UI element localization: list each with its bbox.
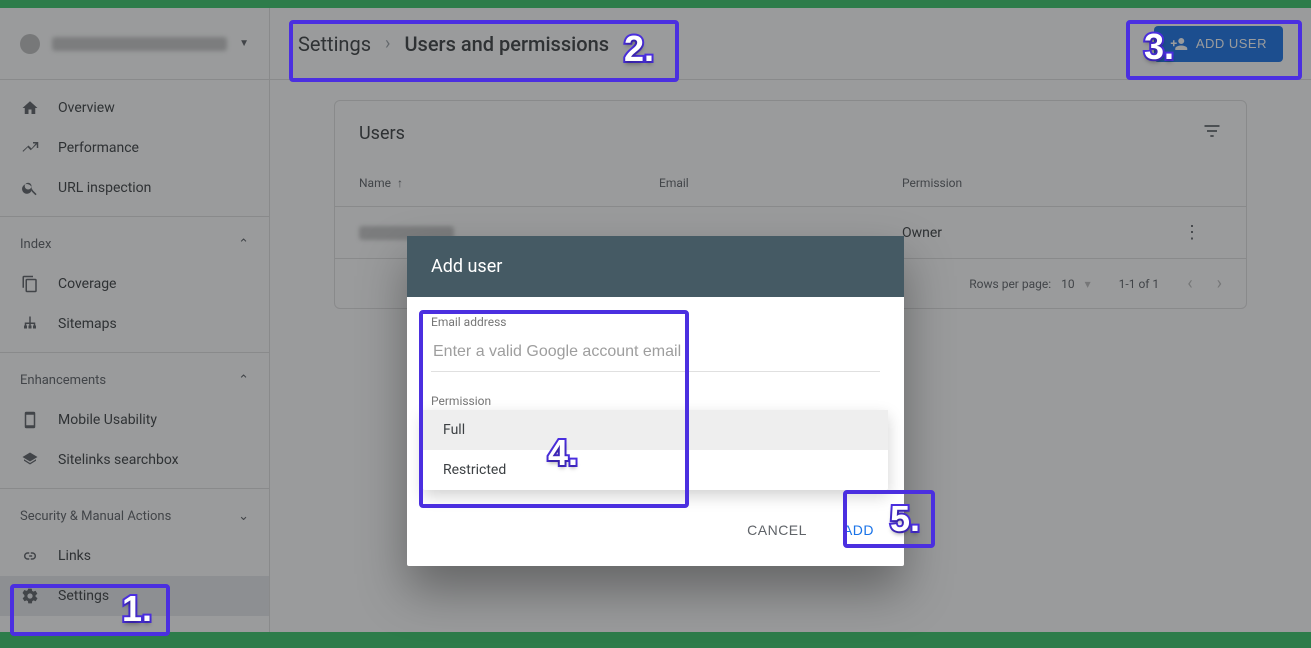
email-input[interactable] — [431, 333, 880, 372]
permission-dropdown[interactable]: Full Restricted — [423, 410, 888, 490]
permission-option-full[interactable]: Full — [423, 410, 888, 450]
email-field-label: Email address — [431, 315, 880, 329]
permission-option-restricted[interactable]: Restricted — [423, 450, 888, 490]
add-button[interactable]: ADD — [837, 514, 880, 546]
dialog-title: Add user — [407, 236, 904, 297]
permission-field-label: Permission — [431, 394, 880, 408]
add-user-dialog: Add user Email address Permission Full R… — [407, 236, 904, 566]
cancel-button[interactable]: CANCEL — [741, 514, 813, 546]
